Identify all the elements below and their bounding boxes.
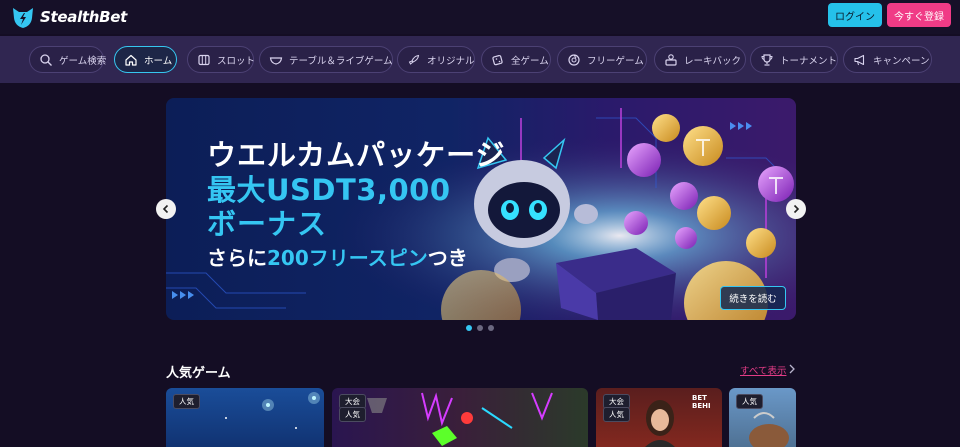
brand-logo[interactable]: StealthBet — [10, 4, 127, 30]
nav-item-originals[interactable]: オリジナル — [397, 46, 475, 73]
nav-item-label: オリジナル — [427, 55, 475, 67]
carousel-dots — [466, 325, 494, 331]
cat-logo-icon — [13, 8, 33, 28]
carousel-dot[interactable] — [488, 325, 494, 331]
spin-icon — [567, 53, 581, 67]
register-button[interactable]: 今すぐ登録 — [887, 3, 951, 27]
game-card[interactable]: 人気 — [729, 388, 796, 447]
nav-item-all-games[interactable]: 全ゲーム — [481, 46, 551, 73]
nav-item-label: 全ゲーム — [511, 55, 549, 67]
rakeback-icon — [664, 53, 678, 67]
nav-item-home[interactable]: ホーム — [114, 46, 177, 73]
table-icon — [269, 53, 283, 67]
nav-item-rakeback[interactable]: レーキバック — [654, 46, 746, 73]
chevron-right-icon — [793, 204, 800, 214]
nav-item-label: レーキバック — [684, 55, 742, 67]
nav-item-table-live[interactable]: テーブル＆ライブゲーム — [259, 46, 393, 73]
badge-popular: 人気 — [173, 394, 200, 409]
game-card[interactable]: 人気 — [166, 388, 324, 447]
game-card[interactable]: BET BEHI 大会 人気 — [596, 388, 722, 447]
badge-popular: 人気 — [603, 407, 630, 422]
nav-item-label: スロット — [217, 55, 256, 67]
trophy-icon — [760, 53, 774, 67]
banner-subtitle-highlight: 200フリースピン — [267, 246, 428, 270]
nav-item-campaigns[interactable]: キャンペーン — [843, 46, 932, 73]
carousel-dot[interactable] — [466, 325, 472, 331]
slot-icon — [197, 53, 211, 67]
banner-prev-button[interactable] — [156, 199, 176, 219]
rocket-icon — [407, 53, 421, 67]
nav-item-label: フリーゲーム — [587, 55, 644, 67]
section-title: 人気ゲーム — [166, 366, 231, 381]
dice-icon — [491, 53, 505, 67]
megaphone-icon — [853, 53, 867, 67]
banner-subtitle-prefix: さらに — [207, 246, 267, 270]
badge-popular: 人気 — [736, 394, 763, 409]
nav-item-label: トーナメント — [780, 55, 838, 67]
badge-popular: 人気 — [339, 407, 366, 422]
nav-item-label: テーブル＆ライブゲーム — [289, 55, 393, 67]
promo-banner[interactable]: ウエルカムパッケージ 最大USDT3,000 ボーナス さらに200フリースピン… — [166, 98, 796, 320]
brand-name: StealthBet — [40, 8, 128, 26]
nav-item-label: キャンペーン — [873, 55, 930, 67]
nav-item-search[interactable]: ゲーム検索 — [29, 46, 107, 73]
search-icon — [39, 53, 53, 67]
nav-item-label: ゲーム検索 — [59, 55, 107, 67]
nav-item-slots[interactable]: スロット — [187, 46, 256, 73]
login-button[interactable]: ログイン — [828, 3, 882, 27]
nav-item-label: ホーム — [144, 55, 173, 67]
carousel-dot[interactable] — [477, 325, 483, 331]
chevron-right-icon — [789, 364, 795, 374]
chevron-left-icon — [162, 204, 169, 214]
top-header: StealthBet ログイン 今すぐ登録 — [0, 0, 960, 34]
banner-subtitle-suffix: つき — [427, 246, 468, 270]
banner-subtitle: さらに200フリースピンつき — [207, 242, 468, 271]
home-icon — [124, 53, 138, 67]
game-card[interactable]: 大会 人気 — [332, 388, 588, 447]
nav-item-free-games[interactable]: フリーゲーム — [557, 46, 647, 73]
see-all-link[interactable]: すべて表示 — [740, 363, 786, 377]
category-nav: ゲーム検索 ホーム スロット テーブル＆ライブゲーム オリジナル 全ゲーム フリ… — [0, 36, 960, 83]
banner-title-line3: ボーナス — [207, 207, 328, 241]
card-sign: BET BEHI — [692, 394, 711, 410]
nav-item-tournaments[interactable]: トーナメント — [750, 46, 838, 73]
banner-next-button[interactable] — [786, 199, 806, 219]
card-artwork — [367, 392, 553, 446]
read-more-button[interactable]: 続きを読む — [720, 286, 786, 310]
